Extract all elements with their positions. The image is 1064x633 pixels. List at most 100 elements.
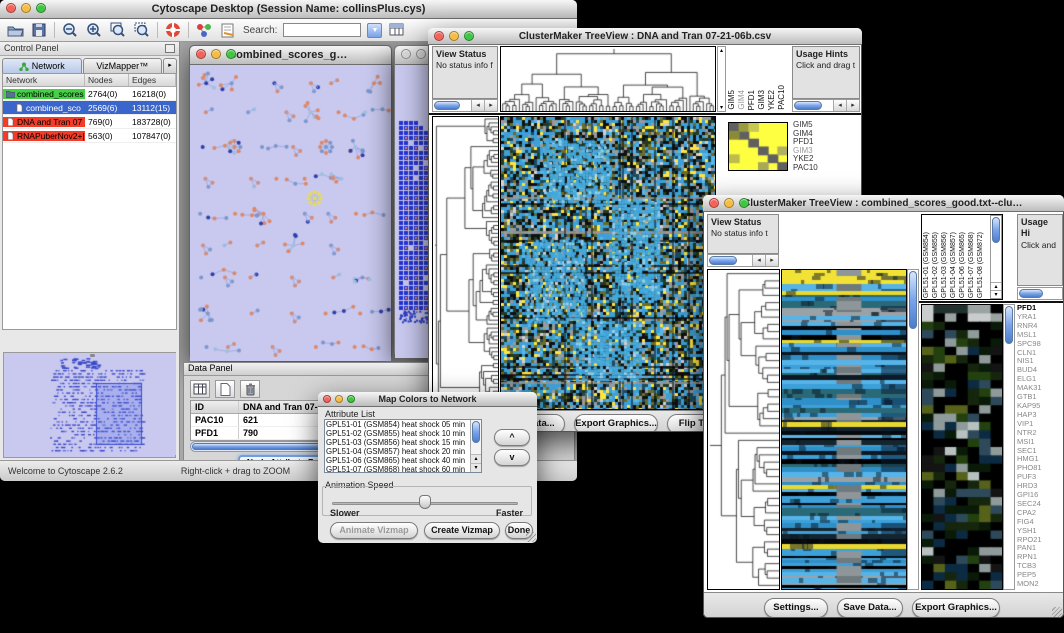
scroll-right-arrow[interactable]: ▸	[484, 100, 497, 111]
minimize-button[interactable]	[211, 49, 221, 59]
zoom-button[interactable]	[739, 198, 749, 208]
open-file-icon[interactable]	[6, 22, 24, 39]
annotation-icon[interactable]	[219, 22, 237, 39]
column-label[interactable]: GPL51-03 (GSM856)	[941, 232, 950, 298]
minimize-button[interactable]	[449, 31, 459, 41]
scrollbar-thumb[interactable]	[1005, 306, 1013, 344]
zoom-fit-icon[interactable]	[109, 22, 127, 39]
zoom-button[interactable]	[36, 3, 46, 13]
scroll-left-arrow[interactable]: ◂	[833, 100, 846, 111]
save-icon[interactable]	[30, 22, 48, 39]
export-graphics-button[interactable]: Export Graphics...	[574, 414, 658, 432]
search-input[interactable]	[283, 23, 361, 37]
zoom-heatmap-canvas[interactable]	[922, 305, 1002, 589]
row-dendrogram-canvas[interactable]	[433, 117, 498, 409]
scroll-right-arrow[interactable]: ▸	[846, 100, 859, 111]
birdseye-drag-handle[interactable]	[90, 354, 95, 357]
close-button[interactable]	[196, 49, 206, 59]
mini-vscrollbar[interactable]: ▴ ▾	[717, 46, 726, 112]
dialog-titlebar[interactable]: Map Colors to Network	[318, 392, 537, 407]
col-id[interactable]: ID	[191, 401, 239, 413]
table-row-selected[interactable]: combined_sco 2569(6) 13112(15)	[3, 101, 176, 115]
labels-vscrollbar[interactable]: ▴ ▾	[990, 215, 1002, 299]
create-vizmap-button[interactable]: Create Vizmap	[424, 522, 500, 539]
scrollbar-thumb[interactable]	[992, 217, 1000, 243]
animation-speed-slider-thumb[interactable]	[419, 495, 431, 509]
col-nodes[interactable]: Nodes	[85, 74, 129, 86]
scrollbar-thumb[interactable]	[472, 421, 480, 443]
scroll-up-arrow[interactable]: ▴	[471, 454, 481, 463]
column-label[interactable]: GPL51-04 (GSM857)	[950, 232, 959, 298]
zoom-in-icon[interactable]	[85, 22, 103, 39]
tab-vizmapper[interactable]: VizMapper™	[83, 58, 163, 73]
treeview2-titlebar[interactable]: ClusterMaker TreeView : combined_scores_…	[703, 195, 1064, 212]
cytoscape-titlebar[interactable]: Cytoscape Desktop (Session Name: collins…	[0, 0, 577, 19]
search-dropdown-button[interactable]: ▼	[367, 23, 382, 38]
selected-genes-matrix-canvas[interactable]	[729, 123, 787, 170]
new-attribute-icon[interactable]	[215, 380, 235, 398]
attribute-item[interactable]: GPL51-07 (GSM868) heat shock 60 min	[326, 466, 469, 473]
table-row[interactable]: DNA and Tran 07 769(0) 183728(0)	[3, 115, 176, 129]
column-label[interactable]: GPL51-02 (GSM855)	[932, 232, 941, 298]
minimize-button[interactable]	[335, 395, 343, 403]
vizmapper-nodes-icon[interactable]	[195, 22, 213, 39]
view-status-scrollbar[interactable]: ◂ ▸	[432, 99, 498, 112]
settings-button[interactable]: Settings...	[764, 598, 828, 618]
tab-overflow-button[interactable]: ▸	[163, 58, 177, 73]
attribute-table-icon[interactable]	[388, 22, 406, 39]
minimize-button[interactable]	[416, 49, 426, 59]
gene-label[interactable]: MON2	[1017, 580, 1064, 589]
attribute-list-vscrollbar[interactable]: ▴ ▾	[470, 420, 481, 472]
export-graphics-button[interactable]: Export Graphics...	[912, 598, 1000, 618]
global-heatmap-canvas[interactable]	[501, 117, 715, 409]
table-row[interactable]: combined_scores 2764(0) 16218(0)	[3, 87, 176, 101]
select-attributes-icon[interactable]	[190, 380, 210, 398]
scroll-right-arrow[interactable]: ▸	[765, 255, 778, 266]
col-network[interactable]: Network	[3, 74, 85, 86]
close-button[interactable]	[323, 395, 331, 403]
scroll-up-arrow[interactable]: ▴	[718, 47, 725, 54]
birdseye-view[interactable]	[3, 352, 176, 458]
column-label[interactable]: GPL51-06 (GSM865)	[959, 232, 968, 298]
scroll-left-arrow[interactable]: ◂	[752, 255, 765, 266]
usage-hints-scrollbar[interactable]: ◂ ▸	[792, 99, 860, 112]
column-label[interactable]: PAC10	[778, 85, 788, 110]
close-button[interactable]	[401, 49, 411, 59]
treeview1-titlebar[interactable]: ClusterMaker TreeView : DNA and Tran 07-…	[428, 28, 862, 45]
scrollbar-thumb[interactable]	[909, 271, 917, 329]
network-view-canvas[interactable]	[190, 65, 391, 361]
tab-network[interactable]: Network	[2, 58, 82, 73]
gene-label[interactable]: PAC10	[793, 164, 853, 173]
scrollbar-thumb[interactable]	[794, 101, 822, 110]
scroll-down-arrow[interactable]: ▾	[471, 463, 481, 472]
move-up-button[interactable]: ^	[494, 429, 530, 446]
resize-grip[interactable]	[526, 532, 536, 542]
scrollbar-thumb[interactable]	[434, 101, 460, 110]
scroll-left-arrow[interactable]: ◂	[471, 100, 484, 111]
scroll-down-arrow[interactable]: ▾	[991, 290, 1001, 298]
minimize-button[interactable]	[724, 198, 734, 208]
row-dendrogram-canvas[interactable]	[708, 270, 779, 589]
float-panel-icon[interactable]	[165, 44, 175, 53]
close-button[interactable]	[434, 31, 444, 41]
column-label[interactable]: GPL51-01 (GSM854)	[923, 232, 932, 298]
move-down-button[interactable]: v	[494, 449, 530, 466]
attribute-listbox[interactable]: GPL51-01 (GSM854) heat shock 05 minGPL51…	[324, 419, 482, 473]
zoom-button[interactable]	[464, 31, 474, 41]
animate-vizmap-button[interactable]: Animate Vizmap	[330, 522, 418, 539]
scroll-up-arrow[interactable]: ▴	[991, 282, 1001, 290]
close-button[interactable]	[709, 198, 719, 208]
close-button[interactable]	[6, 3, 16, 13]
view-status-scrollbar[interactable]: ◂ ▸	[707, 254, 779, 267]
zoom-vscrollbar[interactable]	[1003, 304, 1015, 590]
zoom-button[interactable]	[347, 395, 355, 403]
save-data-button[interactable]: Save Data...	[837, 598, 903, 618]
global-heatmap-canvas[interactable]	[782, 270, 906, 589]
column-dendrogram-canvas[interactable]	[501, 47, 715, 111]
scrollbar-thumb[interactable]	[709, 256, 737, 265]
scroll-down-arrow[interactable]: ▾	[718, 104, 725, 111]
resize-grip[interactable]	[1052, 607, 1062, 617]
birdseye-canvas[interactable]	[4, 353, 176, 455]
col-edges[interactable]: Edges	[129, 74, 176, 86]
delete-attribute-trash-icon[interactable]	[240, 380, 260, 398]
